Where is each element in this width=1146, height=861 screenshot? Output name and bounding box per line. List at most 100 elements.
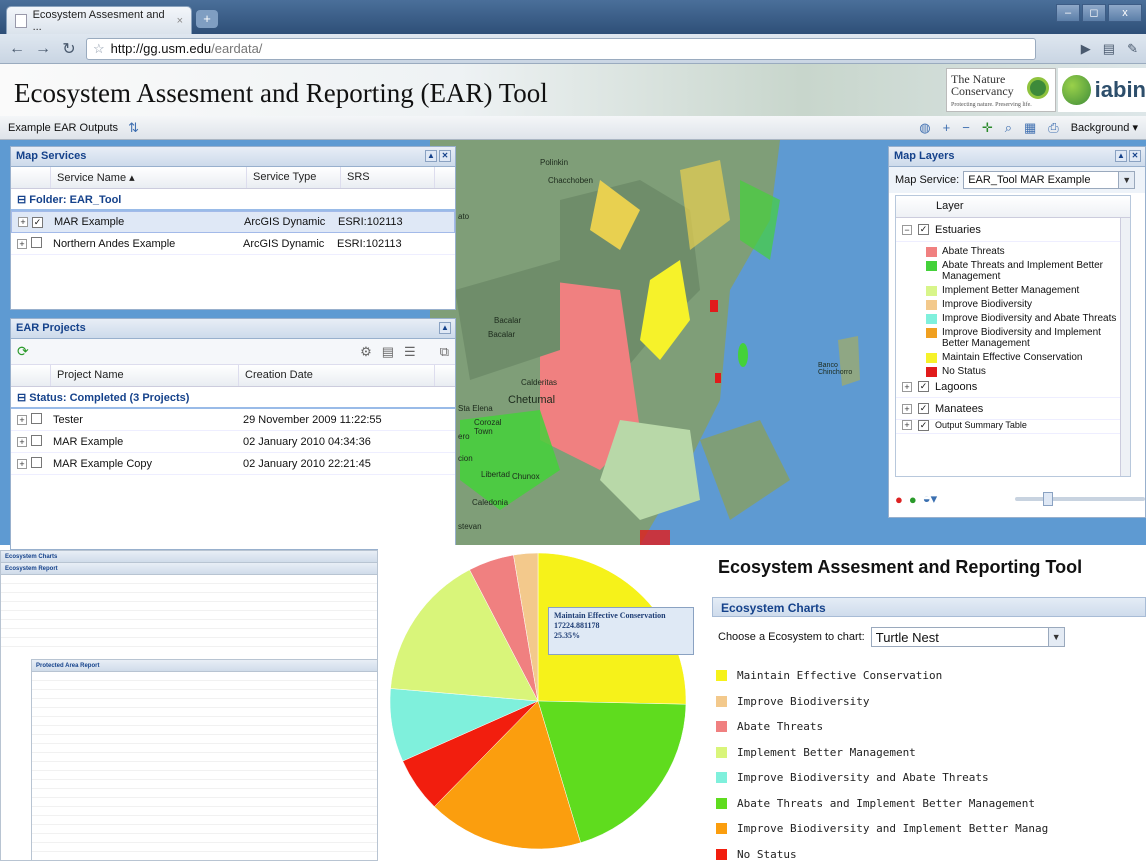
reload-icon[interactable]: ↻	[60, 39, 78, 59]
expand-icon[interactable]: +	[18, 217, 28, 227]
layer-name: Lagoons	[935, 380, 978, 393]
close-icon[interactable]: ✕	[439, 150, 451, 162]
ecosystem-dropdown[interactable]: Turtle Nest ▼	[870, 627, 1065, 647]
bookmark-star-icon[interactable]: ☆	[93, 41, 105, 57]
refresh-icon[interactable]: ●	[909, 492, 917, 507]
close-icon[interactable]: ✕	[1129, 150, 1141, 162]
close-window-button[interactable]: x	[1108, 4, 1142, 22]
stack-icon[interactable]: ☰	[404, 344, 416, 360]
chevron-down-icon[interactable]: ▼	[1118, 172, 1135, 188]
tools-icon[interactable]: ⚙	[360, 344, 372, 360]
layer-legend: Abate Threats Abate Threats and Implemen…	[926, 246, 1122, 377]
expand-icon[interactable]: +	[902, 403, 912, 414]
layer-row[interactable]: + ✓ Manatees	[896, 398, 1130, 420]
new-tab-button[interactable]: +	[196, 10, 218, 28]
zoom-out-icon[interactable]: −	[962, 120, 970, 135]
magnify-icon[interactable]: ⌕	[1005, 120, 1012, 136]
opacity-slider[interactable]	[1015, 492, 1145, 506]
expand-icon[interactable]: +	[902, 420, 912, 430]
globe-icon[interactable]: ◍	[919, 120, 930, 136]
sort-icon[interactable]: ⇅	[128, 120, 139, 136]
back-arrow-icon[interactable]: ←	[8, 40, 26, 58]
pan-icon[interactable]: ✛	[982, 120, 993, 136]
layer-row[interactable]: + ✓ Output Summary Table	[896, 420, 1130, 434]
charts-title: Ecosystem Assesment and Reporting Tool	[718, 557, 1083, 577]
collapse-icon[interactable]: ▲	[425, 150, 437, 162]
chevron-down-icon[interactable]: ▼	[1047, 628, 1064, 646]
table-row[interactable]: + Northern Andes Example ArcGIS Dynamic …	[11, 233, 455, 255]
report-section-title: Protected Area Report	[32, 660, 377, 672]
ear-projects-panel: EAR Projects ▲ ⟳ ⚙ ▤ ☰ ⧉ Project Name Cr…	[10, 318, 456, 550]
map-label: Bacalar	[494, 316, 522, 325]
expand-icon[interactable]: +	[17, 458, 27, 469]
table-row[interactable]: + Tester 29 November 2009 11:22:55	[11, 409, 455, 431]
settings-icon[interactable]: ◒▾	[923, 491, 937, 507]
column-header[interactable]: Project Name	[51, 365, 239, 386]
checkbox[interactable]: ✓	[918, 420, 929, 431]
panel-title: Map Layers	[894, 150, 955, 162]
checkbox[interactable]	[31, 412, 42, 424]
expand-icon[interactable]: +	[17, 238, 27, 249]
page-menu-icon[interactable]: ▤	[1103, 41, 1115, 57]
zoom-in-icon[interactable]: +	[943, 120, 951, 135]
map-label: Chetumal	[508, 394, 556, 406]
background-menu[interactable]: Background ▾	[1071, 121, 1138, 134]
url-field[interactable]: ☆ http://gg.usm.edu/eardata/	[86, 37, 1036, 60]
table-row[interactable]: + ✓ MAR Example ArcGIS Dynamic ESRI:1021…	[11, 211, 455, 233]
document-icon[interactable]: ▤	[382, 344, 394, 360]
map-label: stevan	[458, 522, 482, 531]
legend-label: Implement Better Management	[942, 285, 1080, 296]
swatch	[716, 797, 727, 809]
collapse-icon[interactable]: ▲	[1115, 150, 1127, 162]
table-row[interactable]: + MAR Example 02 January 2010 04:34:36	[11, 431, 455, 453]
checkbox[interactable]: ✓	[918, 403, 929, 414]
example-outputs-button[interactable]: Example EAR Outputs	[8, 122, 118, 134]
wrench-icon[interactable]: ✎	[1127, 41, 1138, 57]
layer-row[interactable]: + ✓ Lagoons	[896, 376, 1130, 398]
column-header[interactable]: Creation Date	[239, 365, 435, 386]
map-label: Sta Elena	[458, 404, 493, 413]
layer-row[interactable]: − ✓ Estuaries	[896, 218, 1130, 242]
column-header[interactable]: SRS	[341, 167, 435, 188]
folder-group-header[interactable]: ⊟ Folder: EAR_Tool	[11, 189, 455, 211]
remove-icon[interactable]: ●	[895, 492, 903, 507]
status-group-header[interactable]: ⊟ Status: Completed (3 Projects)	[11, 387, 455, 409]
map-service-dropdown[interactable]: EAR_Tool MAR Example ▼	[963, 171, 1136, 189]
minimize-button[interactable]: –	[1056, 4, 1080, 22]
legend-item: Implement Better Management	[926, 285, 1122, 296]
expand-icon[interactable]: +	[17, 436, 27, 447]
column-header[interactable]: Service Type	[247, 167, 341, 188]
slider-handle[interactable]	[1043, 492, 1053, 506]
tnc-logo: The Nature Conservancy Protecting nature…	[946, 68, 1056, 112]
collapse-icon[interactable]: −	[902, 224, 912, 235]
checkbox[interactable]: ✓	[918, 381, 929, 392]
expand-icon[interactable]: +	[902, 381, 912, 392]
swatch	[926, 314, 937, 324]
go-icon[interactable]: ▶	[1081, 41, 1091, 57]
print-icon[interactable]: ⎙	[1048, 120, 1058, 136]
legend-item: Improve Biodiversity and Abate Threats	[926, 313, 1122, 324]
layers-icon[interactable]: ▦	[1024, 120, 1036, 136]
refresh-icon[interactable]: ⟳	[17, 343, 29, 360]
chart-legend: Maintain Effective Conservation Improve …	[716, 663, 1048, 861]
expand-icon[interactable]: +	[17, 414, 27, 425]
checkbox[interactable]	[31, 434, 42, 446]
export-icon[interactable]: ⧉	[440, 344, 449, 360]
report-subtitle: Ecosystem Report	[1, 563, 377, 575]
swatch	[716, 823, 727, 835]
checkbox[interactable]	[31, 236, 42, 248]
table-row[interactable]: + MAR Example Copy 02 January 2010 22:21…	[11, 453, 455, 475]
forward-arrow-icon[interactable]: →	[34, 40, 52, 58]
tab-title: Ecosystem Assesment and ...	[32, 8, 165, 33]
checkbox[interactable]	[31, 456, 42, 468]
maximize-button[interactable]: ◻	[1082, 4, 1106, 22]
browser-tab[interactable]: Ecosystem Assesment and ... ×	[6, 6, 192, 34]
layer-scrollbar[interactable]	[1120, 218, 1130, 476]
tab-close-icon[interactable]: ×	[177, 15, 183, 27]
checkbox[interactable]: ✓	[32, 217, 43, 228]
column-header[interactable]: Service Name ▴	[51, 167, 247, 188]
checkbox[interactable]: ✓	[918, 224, 929, 235]
app-toolbar: Example EAR Outputs ⇅ ◍ + − ✛ ⌕ ▦ ⎙ Back…	[0, 116, 1146, 140]
collapse-icon[interactable]: ▲	[439, 322, 451, 334]
legend-item: Abate Threats and Implement Better Manag…	[716, 791, 1048, 817]
